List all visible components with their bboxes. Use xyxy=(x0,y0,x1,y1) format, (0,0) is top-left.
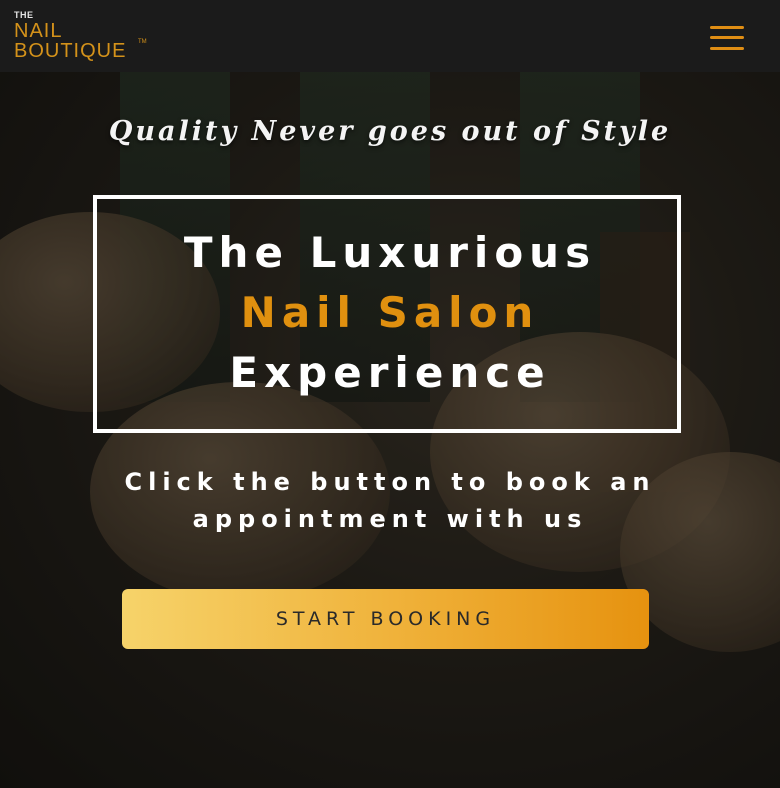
headline-line-3: Experience xyxy=(229,348,551,397)
subtext-line-1: Click the button to book an xyxy=(124,468,656,496)
hamburger-menu-icon[interactable] xyxy=(710,24,744,52)
hero-tagline: Quality Never goes out of Style xyxy=(108,116,672,147)
site-header: THE NAIL BOUTIQUE TM xyxy=(0,0,780,72)
nail-boutique-logo[interactable]: THE NAIL BOUTIQUE TM xyxy=(14,10,149,62)
headline-line-2: Nail Salon xyxy=(240,288,540,337)
logo-boutique-text: BOUTIQUE xyxy=(14,40,127,62)
subtext-line-2: appointment with us xyxy=(192,505,588,533)
logo-nail-text: NAIL xyxy=(14,20,63,42)
start-booking-button[interactable]: START BOOKING xyxy=(122,589,649,649)
logo-the-text: THE xyxy=(14,10,34,20)
hero-section: Quality Never goes out of Style The Luxu… xyxy=(0,72,780,788)
logo-trademark: TM xyxy=(138,39,147,45)
headline-line-1: The Luxurious xyxy=(183,228,597,277)
